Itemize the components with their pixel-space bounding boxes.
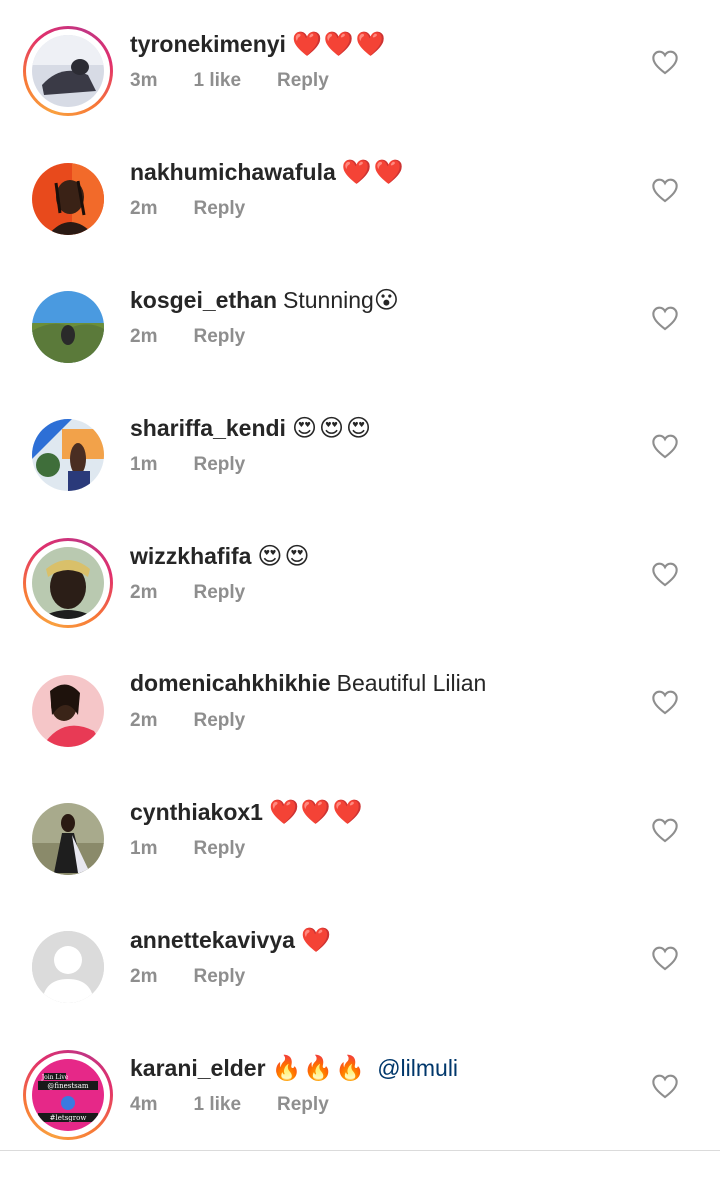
avatar-text: #letsgrow (50, 1114, 87, 1122)
reply-button[interactable]: Reply (277, 1094, 329, 1115)
comment-meta: 2m Reply (130, 710, 281, 732)
comment-emoji: 😍😍😍 (291, 415, 374, 442)
avatar-wrap[interactable] (23, 666, 113, 756)
avatar-story-ring[interactable] (23, 538, 113, 628)
comment-username[interactable]: domenicahkhikhie Beautiful Lilian (130, 670, 486, 697)
comment-emoji: ❤️❤️❤️ (268, 799, 365, 826)
avatar[interactable] (32, 291, 104, 363)
comment-username[interactable]: karani_elder 🔥🔥🔥 @lilmuli (130, 1054, 458, 1083)
reply-button[interactable]: Reply (193, 838, 245, 859)
heart-outline-icon[interactable] (651, 49, 679, 75)
comment-row: nakhumichawafula ❤️❤️ 2m Reply (0, 154, 720, 282)
reply-button[interactable]: Reply (193, 326, 245, 347)
comment-row: domenicahkhikhie Beautiful Lilian 2m Reply (0, 666, 720, 794)
comment-row: kosgei_ethan Stunning😮 2m Reply (0, 282, 720, 410)
reply-button[interactable]: Reply (193, 198, 245, 219)
comment-meta: 4m 1 like Reply (130, 1094, 365, 1116)
avatar[interactable] (32, 35, 104, 107)
comment-username[interactable]: wizzkhafifa 😍😍 (130, 542, 311, 571)
reply-button[interactable]: Reply (193, 710, 245, 731)
comment-row: annettekavivya ❤️ 2m Reply (0, 922, 720, 1050)
comment-meta: 2m Reply (130, 198, 281, 220)
divider (0, 1150, 720, 1151)
comment-meta: 2m Reply (130, 326, 281, 348)
comment-emoji: ❤️ (300, 927, 333, 954)
comment-emoji: 😍😍 (257, 543, 312, 570)
comment-meta: 3m 1 like Reply (130, 70, 365, 92)
comment-username[interactable]: cynthiakox1 ❤️❤️❤️ (130, 798, 365, 827)
comment-time: 2m (130, 966, 158, 987)
comment-row: wizzkhafifa 😍😍 2m Reply (0, 538, 720, 666)
comment-username[interactable]: nakhumichawafula ❤️❤️ (130, 158, 406, 187)
comment-emoji: ❤️❤️❤️ (291, 31, 388, 58)
comment-meta: 1m Reply (130, 454, 281, 476)
reply-button[interactable]: Reply (193, 582, 245, 603)
comment-meta: 1m Reply (130, 838, 281, 860)
heart-outline-icon[interactable] (651, 433, 679, 459)
avatar[interactable] (32, 547, 104, 619)
comment-text: Stunning (283, 287, 374, 313)
comment-emoji: ❤️❤️ (341, 159, 406, 186)
avatar-story-ring[interactable] (23, 26, 113, 116)
avatar[interactable] (32, 675, 104, 747)
mention-link[interactable]: @lilmuli (377, 1055, 458, 1081)
avatar-text: @finestsam (47, 1082, 88, 1090)
default-avatar-icon[interactable] (32, 931, 104, 1003)
heart-outline-icon[interactable] (651, 1073, 679, 1099)
avatar[interactable] (32, 803, 104, 875)
comment-time: 1m (130, 838, 158, 859)
heart-outline-icon[interactable] (651, 177, 679, 203)
comment-meta: 2m Reply (130, 582, 281, 604)
avatar-wrap[interactable] (23, 922, 113, 1012)
avatar-story-ring[interactable]: Join Live @finestsam #letsgrow (23, 1050, 113, 1140)
comment-time: 2m (130, 710, 158, 731)
reply-button[interactable]: Reply (193, 966, 245, 987)
reply-button[interactable]: Reply (277, 70, 329, 91)
comment-row: cynthiakox1 ❤️❤️❤️ 1m Reply (0, 794, 720, 922)
comment-username[interactable]: kosgei_ethan Stunning😮 (130, 286, 401, 315)
comment-time: 2m (130, 582, 158, 603)
comment-username[interactable]: tyronekimenyi ❤️❤️❤️ (130, 30, 388, 59)
avatar[interactable] (32, 419, 104, 491)
like-count[interactable]: 1 like (193, 70, 241, 91)
comment-time: 2m (130, 198, 158, 219)
avatar-wrap[interactable] (23, 410, 113, 500)
comment-username[interactable]: shariffa_kendi 😍😍😍 (130, 414, 373, 443)
heart-outline-icon[interactable] (651, 689, 679, 715)
comment-time: 1m (130, 454, 158, 475)
comment-row: tyronekimenyi ❤️❤️❤️ 3m 1 like Reply (0, 26, 720, 154)
comment-row: Join Live @finestsam #letsgrow karani_el… (0, 1050, 720, 1178)
avatar-text: Join Live (41, 1074, 69, 1081)
heart-outline-icon[interactable] (651, 945, 679, 971)
avatar-wrap[interactable] (23, 282, 113, 372)
avatar[interactable] (32, 163, 104, 235)
comment-time: 4m (130, 1094, 158, 1115)
comment-time: 2m (130, 326, 158, 347)
avatar-wrap[interactable] (23, 154, 113, 244)
avatar[interactable]: Join Live @finestsam #letsgrow (32, 1059, 104, 1131)
heart-outline-icon[interactable] (651, 817, 679, 843)
comment-time: 3m (130, 70, 158, 91)
heart-outline-icon[interactable] (651, 561, 679, 587)
comment-username[interactable]: annettekavivya ❤️ (130, 926, 333, 955)
comment-emoji: 🔥🔥🔥 (271, 1055, 368, 1082)
comment-emoji: 😮 (373, 287, 401, 314)
comment-meta: 2m Reply (130, 966, 281, 988)
avatar-wrap[interactable] (23, 794, 113, 884)
comment-row: shariffa_kendi 😍😍😍 1m Reply (0, 410, 720, 538)
heart-outline-icon[interactable] (651, 305, 679, 331)
like-count[interactable]: 1 like (193, 1094, 241, 1115)
reply-button[interactable]: Reply (193, 454, 245, 475)
comment-text: Beautiful Lilian (336, 670, 487, 696)
